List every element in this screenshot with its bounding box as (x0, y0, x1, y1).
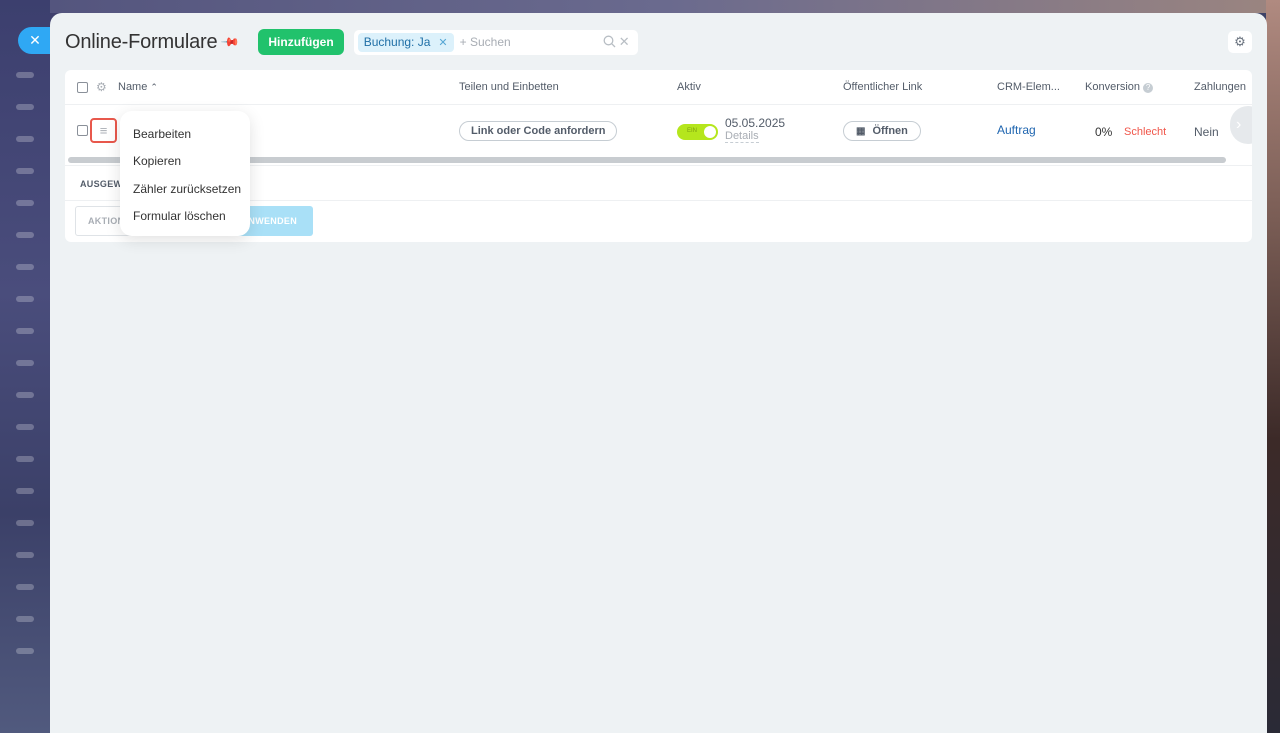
crm-entity-link[interactable]: Auftrag (997, 123, 1036, 137)
sidebar-ghost-icon (16, 488, 34, 494)
select-all-checkbox[interactable] (77, 82, 88, 93)
qr-code-icon: ▦ (856, 125, 866, 137)
search-input[interactable] (459, 35, 590, 49)
sidebar-ghost-icon (16, 520, 34, 526)
column-name[interactable]: Name ⌃ (118, 81, 158, 93)
sidebar-ghost-icon (16, 648, 34, 654)
grid-header-row: ⚙ Name ⌃ Teilen und Einbetten Aktiv Öffe… (65, 70, 1252, 105)
sidebar-ghost-icon (16, 360, 34, 366)
active-date: 05.05.2025 (725, 116, 786, 130)
hamburger-icon: ≡ (99, 123, 108, 138)
sidebar-ghost-icon (16, 72, 34, 78)
sidebar-ghost-icon (16, 104, 34, 110)
column-public-link[interactable]: Öffentlicher Link (843, 81, 922, 93)
backdrop-right (1266, 0, 1280, 733)
sidebar-ghost-icon (16, 552, 34, 558)
sidebar-ghost-icon (16, 328, 34, 334)
sidebar-ghost-icon (16, 200, 34, 206)
sidebar-ghost-icon (16, 168, 34, 174)
row-context-menu: Bearbeiten Kopieren Zähler zurücksetzen … (120, 111, 250, 236)
column-share[interactable]: Teilen und Einbetten (459, 81, 559, 93)
column-conversion[interactable]: Konversion ? (1085, 81, 1154, 93)
menu-item-reset-counters[interactable]: Zähler zurücksetzen (120, 175, 250, 203)
sidebar-ghost-icon (16, 296, 34, 302)
active-toggle[interactable]: EIN (677, 124, 718, 140)
column-crm[interactable]: CRM-Elem... (997, 81, 1060, 93)
menu-item-delete-form[interactable]: Formular löschen (120, 203, 250, 231)
close-slider-button[interactable]: ✕ (18, 27, 52, 54)
backdrop-sidebar (0, 0, 50, 733)
column-settings-icon[interactable]: ⚙ (96, 80, 107, 94)
row-checkbox[interactable] (77, 125, 88, 136)
menu-item-edit[interactable]: Bearbeiten (120, 120, 250, 148)
remove-filter-icon[interactable]: ✕ (438, 36, 447, 49)
open-public-link-button[interactable]: ▦ Öffnen (843, 121, 921, 141)
page-header: Online-Formulare 📌 Hinzufügen Buchung: J… (65, 28, 1252, 56)
conversion-status: Schlecht (1124, 126, 1167, 138)
get-link-button[interactable]: Link oder Code anfordern (459, 121, 618, 141)
backdrop-top (50, 0, 1280, 13)
payments-value: Nein (1194, 125, 1219, 139)
conversion-value: 0% (1095, 125, 1113, 139)
filter-chip[interactable]: Buchung: Ja ✕ (357, 32, 454, 52)
toggle-knob (704, 126, 716, 138)
sidebar-ghost-icon (16, 456, 34, 462)
help-icon[interactable]: ? (1143, 83, 1154, 93)
sidebar-ghost-icon (16, 232, 34, 238)
chevron-right-icon: › (1236, 116, 1242, 133)
sidebar-ghost-icon (16, 616, 34, 622)
row-menu-button[interactable]: ≡ (90, 118, 117, 143)
sort-asc-icon: ⌃ (150, 82, 158, 92)
sidebar-ghost-icon (16, 424, 34, 430)
add-button[interactable]: Hinzufügen (258, 29, 344, 55)
sidebar-ghost-icon (16, 264, 34, 270)
menu-item-copy[interactable]: Kopieren (120, 148, 250, 176)
search-icon[interactable] (603, 35, 616, 51)
filter-search-bar[interactable]: Buchung: Ja ✕ ✕ (353, 29, 638, 55)
pin-icon[interactable]: 📌 (221, 32, 241, 52)
close-icon: ✕ (29, 32, 41, 48)
sidebar-ghost-icon (16, 136, 34, 142)
column-active[interactable]: Aktiv (677, 81, 701, 93)
toggle-on-label: EIN (687, 128, 698, 134)
details-link[interactable]: Details (725, 130, 759, 143)
sidebar-ghost-icon (16, 392, 34, 398)
column-payments[interactable]: Zahlungen (1194, 81, 1246, 93)
sidebar-ghost-icon (16, 584, 34, 590)
page-title: Online-Formulare (65, 30, 218, 53)
clear-search-icon[interactable]: ✕ (619, 34, 630, 50)
gear-icon: ⚙ (1234, 34, 1246, 49)
settings-button[interactable]: ⚙ (1228, 31, 1252, 53)
filter-chip-label: Buchung: Ja (363, 35, 431, 49)
